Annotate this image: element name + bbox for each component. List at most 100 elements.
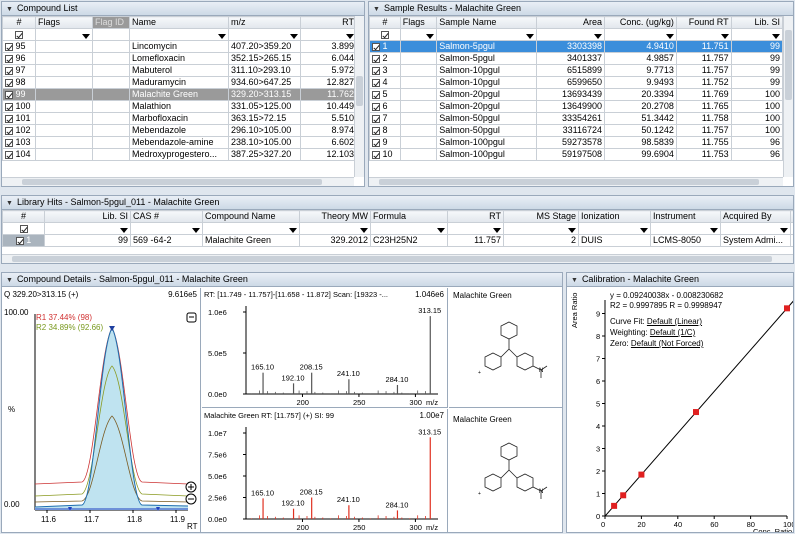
sample-row[interactable]: 3 Salmon-10pgul 6515899 9.7713 11.757 99 — [369, 64, 784, 77]
col-header-found-rt[interactable]: Found RT — [675, 16, 732, 29]
filter-icon[interactable] — [780, 227, 788, 233]
filter-icon[interactable] — [192, 227, 200, 233]
spectrum-top-plot[interactable]: 1.0e65.0e50.0e0200 250 300 m/z165.10192.102… — [202, 288, 448, 408]
compound-list-vscroll[interactable] — [354, 16, 364, 177]
col-header-number[interactable]: # — [369, 16, 401, 29]
chromatogram-plot[interactable]: 11.6 11.7 11.8 11.9 — [2, 288, 201, 533]
row-checkbox[interactable] — [5, 42, 13, 51]
sample-row[interactable]: 4 Salmon-10pgul 6599650 9.9493 11.752 99 — [369, 76, 784, 89]
col-header-compound-name[interactable]: Compound Name — [202, 210, 300, 223]
filter-icon[interactable] — [426, 33, 435, 39]
filter-icon[interactable] — [593, 33, 602, 39]
scroll-thumb[interactable] — [379, 179, 759, 185]
sample-row[interactable]: 10 Salmon-100pgul 59197508 99.6904 11.75… — [369, 148, 784, 161]
compound-row[interactable]: 95 Lincomycin 407.20>359.20 3.899 — [2, 40, 357, 53]
compound-list-title-bar[interactable]: ▼ Compound List — [2, 2, 364, 16]
calibration-point[interactable] — [693, 409, 699, 416]
col-header-area[interactable]: Area — [535, 16, 605, 29]
calibration-point[interactable] — [611, 502, 618, 509]
filter-icon[interactable] — [720, 33, 729, 39]
select-all-checkbox[interactable] — [380, 30, 389, 39]
col-header-formula[interactable]: Formula — [370, 210, 448, 223]
sample-results-vscroll[interactable] — [783, 16, 793, 177]
row-checkbox[interactable] — [372, 114, 380, 123]
restore-icon[interactable] — [186, 312, 197, 323]
filter-icon[interactable] — [120, 227, 128, 233]
col-header-sample-name[interactable]: Sample Name — [436, 16, 537, 29]
collapse-icon[interactable]: ▼ — [6, 3, 13, 15]
sample-row[interactable]: 1 Salmon-5pgul 3303398 4.9410 11.751 99 — [369, 40, 784, 53]
row-checkbox[interactable] — [5, 90, 13, 99]
col-header-mz[interactable]: m/z — [228, 16, 301, 29]
select-all-checkbox[interactable] — [15, 30, 23, 39]
col-header-name[interactable]: Name — [129, 16, 229, 29]
chromatogram-pane[interactable]: Q 329.20>313.15 (+) 9.616e5 100.00 % 0.0… — [2, 288, 201, 533]
row-checkbox[interactable] — [372, 42, 380, 51]
spectrum-top-pane[interactable]: RT: [11.749 - 11.757]-[11.658 - 11.872] … — [202, 288, 448, 408]
sample-results-hscroll[interactable] — [369, 177, 783, 186]
row-checkbox[interactable] — [372, 102, 380, 111]
compound-row[interactable]: 98 Maduramycin 934.60>647.25 12.827 — [2, 76, 357, 89]
row-checkbox[interactable] — [372, 54, 380, 63]
filter-icon[interactable] — [568, 227, 576, 233]
col-header-acquired-by[interactable]: Acquired By — [720, 210, 791, 223]
filter-icon[interactable] — [218, 33, 226, 39]
col-header-flags[interactable]: Flags — [35, 16, 93, 29]
col-header-ionization[interactable]: Ionization — [578, 210, 651, 223]
compound-row[interactable]: 103 Mebendazole-amine 238.10>105.00 6.60… — [2, 136, 357, 149]
compound-list-hscroll[interactable] — [2, 177, 354, 186]
filter-icon[interactable] — [346, 33, 354, 39]
col-header-flag-id[interactable]: Flag ID — [92, 16, 130, 29]
sample-row[interactable]: 2 Salmon-5pgul 3401337 4.9857 11.757 99 — [369, 52, 784, 65]
sample-row[interactable]: 7 Salmon-50pgul 33354261 51.3442 11.758 … — [369, 112, 784, 125]
library-hits-hscroll[interactable] — [2, 254, 793, 263]
row-checkbox[interactable] — [5, 102, 13, 111]
compound-details-title-bar[interactable]: ▼ Compound Details - Salmon-5pgul_011 - M… — [2, 273, 562, 287]
filter-icon[interactable] — [290, 33, 298, 39]
row-checkbox[interactable] — [372, 138, 380, 147]
col-header-rt[interactable]: RT — [300, 16, 357, 29]
sample-row[interactable]: 8 Salmon-50pgul 33116724 50.1242 11.757 … — [369, 124, 784, 137]
col-header-instrument[interactable]: Instrument — [650, 210, 721, 223]
select-all-checkbox[interactable] — [19, 224, 28, 233]
row-checkbox[interactable] — [5, 78, 13, 87]
compound-row[interactable]: 97 Mabuterol 311.10>293.10 5.972 — [2, 64, 357, 77]
calibration-point[interactable] — [620, 492, 627, 499]
col-header-conc[interactable]: Conc. (ug/kg) — [603, 16, 677, 29]
filter-icon[interactable] — [640, 227, 648, 233]
row-checkbox[interactable] — [372, 126, 380, 135]
filter-icon[interactable] — [710, 227, 718, 233]
filter-icon[interactable] — [360, 227, 368, 233]
collapse-icon[interactable]: ▼ — [571, 274, 578, 286]
collapse-icon[interactable]: ▼ — [373, 3, 380, 15]
row-checkbox[interactable] — [372, 78, 380, 87]
compound-row[interactable]: 102 Mebendazole 296.10>105.00 8.974 — [2, 124, 357, 137]
compound-row[interactable]: 101 Marbofloxacin 363.15>72.15 5.510 — [2, 112, 357, 125]
row-checkbox[interactable] — [372, 90, 380, 99]
library-hit-row[interactable]: 1 99 569 -64-2 Malachite Green 329.2012 … — [2, 234, 793, 247]
row-checkbox[interactable] — [372, 66, 380, 75]
col-header-rt[interactable]: RT — [447, 210, 504, 223]
calibration-point[interactable] — [784, 305, 790, 312]
row-checkbox[interactable] — [5, 54, 13, 63]
row-checkbox[interactable] — [5, 66, 13, 75]
calibration-point[interactable] — [638, 471, 645, 478]
col-header-theory-mw[interactable]: Theory MW — [299, 210, 371, 223]
collapse-icon[interactable]: ▼ — [6, 197, 13, 209]
row-checkbox[interactable] — [15, 236, 24, 245]
filter-icon[interactable] — [772, 33, 780, 39]
filter-icon[interactable] — [289, 227, 297, 233]
col-header-lib-si[interactable]: Lib. SI — [44, 210, 131, 223]
row-checkbox[interactable] — [5, 114, 13, 123]
calibration-plot[interactable]: 01234567890 20 40 60 80 100Area RatioConc. Ra… — [567, 288, 794, 533]
filter-icon[interactable] — [525, 33, 534, 39]
row-checkbox[interactable] — [5, 126, 13, 135]
scroll-thumb[interactable] — [22, 179, 322, 185]
row-checkbox[interactable] — [5, 138, 13, 147]
compound-row[interactable]: 96 Lomefloxacin 352.15>265.15 6.044 — [2, 52, 357, 65]
calibration-title-bar[interactable]: ▼ Calibration - Malachite Green — [567, 273, 793, 287]
filter-icon[interactable] — [665, 33, 674, 39]
col-header-flags[interactable]: Flags — [399, 16, 438, 29]
spectrum-bottom-plot[interactable]: 1.0e7 7.5e6 5.0e6 2.5e6 0.0e0 200 250 300 m/z 165… — [202, 409, 448, 533]
scroll-thumb[interactable] — [785, 30, 792, 100]
